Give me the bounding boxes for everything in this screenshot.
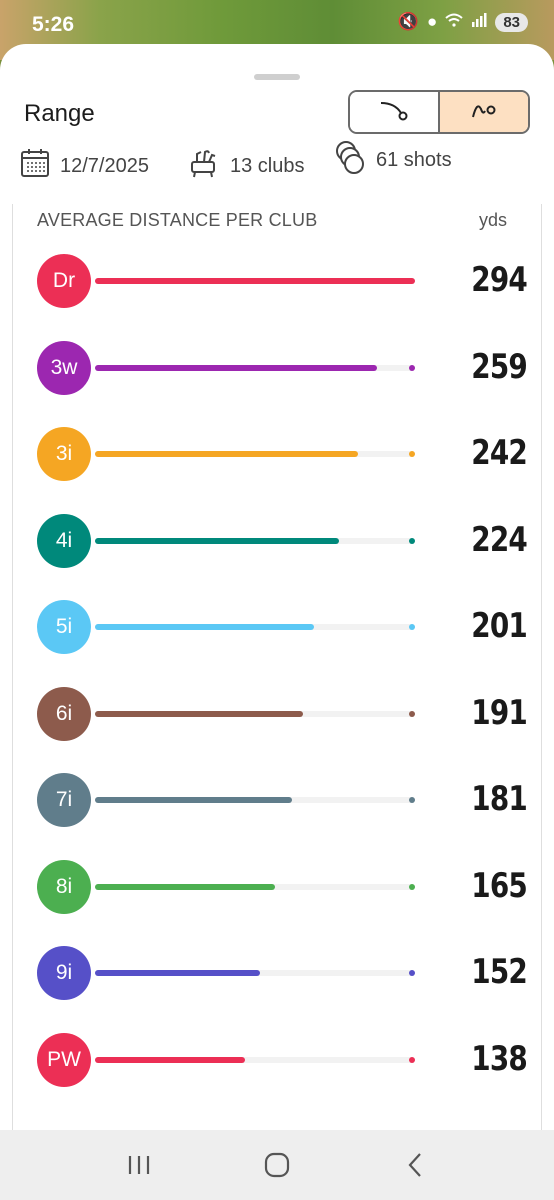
club-row[interactable]: 5i 201 <box>37 600 528 656</box>
page-title: Range <box>24 100 95 127</box>
club-distance: 152 <box>471 952 528 992</box>
max-marker-dot <box>409 970 415 976</box>
signal-icon <box>471 12 487 32</box>
distance-bar-track <box>95 278 415 284</box>
club-avatar: 9i <box>37 946 91 1000</box>
distance-bar-track <box>95 537 415 544</box>
max-marker-dot <box>409 883 415 890</box>
club-row[interactable]: 7i 181 <box>37 773 528 829</box>
distance-bar-track <box>95 797 415 803</box>
club-distance: 191 <box>471 692 528 733</box>
club-avatar: PW <box>37 1032 91 1087</box>
distance-bar <box>95 364 377 371</box>
club-distance: 242 <box>471 433 528 473</box>
max-marker-dot <box>409 1056 415 1063</box>
sheet-drag-handle[interactable] <box>254 74 300 80</box>
club-row[interactable]: PW 138 <box>37 1032 528 1089</box>
trajectory-icon <box>467 97 501 128</box>
distance-bar <box>95 451 358 457</box>
recent-apps-icon <box>128 1156 150 1174</box>
shot-count: 61 shots <box>334 140 452 180</box>
distance-bar-track <box>95 451 415 457</box>
club-distance: 165 <box>471 865 528 906</box>
distance-bar-track <box>95 1056 415 1063</box>
trajectory-toggle-button[interactable] <box>438 92 528 132</box>
session-date-text: 12/7/2025 <box>60 154 149 177</box>
distance-bar <box>95 970 260 976</box>
club-distance: 294 <box>471 260 528 300</box>
home-button[interactable] <box>247 1140 307 1190</box>
club-distance: 201 <box>471 606 528 646</box>
max-marker-dot <box>409 624 415 630</box>
unit-label: yds <box>478 210 507 230</box>
club-row[interactable]: 8i 165 <box>37 859 528 916</box>
club-avatar: 5i <box>37 600 91 654</box>
view-toggle <box>348 90 530 134</box>
club-distance: 259 <box>471 346 528 387</box>
club-avatar: 6i <box>37 686 91 741</box>
status-icons: 🔇 ● 83 <box>398 12 528 32</box>
club-distance: 224 <box>471 519 528 560</box>
club-avatar: 8i <box>37 859 91 914</box>
distance-bar-track <box>95 710 415 717</box>
distance-bar-track <box>95 364 415 371</box>
back-icon <box>408 1153 421 1177</box>
club-avatar: 4i <box>37 513 91 568</box>
club-row[interactable]: 3w 259 <box>37 340 528 397</box>
distance-bar <box>95 624 314 630</box>
distance-bar-track <box>95 970 415 976</box>
club-avatar: 7i <box>37 773 91 827</box>
club-avatar: 3i <box>37 427 91 481</box>
club-row[interactable]: 6i 191 <box>37 686 528 743</box>
club-distance: 181 <box>471 779 528 819</box>
distance-bar <box>95 710 303 717</box>
status-time: 5:26 <box>32 13 75 36</box>
distance-bar <box>95 537 339 544</box>
distance-bar <box>95 797 292 803</box>
back-button[interactable] <box>385 1140 445 1190</box>
club-row[interactable]: Dr 294 <box>37 254 528 310</box>
mute-icon: 🔇 <box>397 12 420 31</box>
calendar-icon <box>20 148 50 184</box>
card-title: AVERAGE DISTANCE PER CLUB <box>37 210 318 230</box>
shot-shape-icon <box>377 97 411 128</box>
shot-count-text: 61 shots <box>376 148 452 171</box>
system-nav-bar <box>0 1130 554 1200</box>
distance-bar <box>95 883 275 890</box>
home-icon <box>264 1152 290 1178</box>
max-marker-dot <box>409 710 415 717</box>
bottom-sheet: Range 12/7/2025 13 clubs 61 shots AVERAG… <box>0 44 554 1134</box>
shot-shape-toggle-button[interactable] <box>350 92 438 132</box>
club-row[interactable]: 4i 224 <box>37 513 528 570</box>
max-marker-dot <box>409 537 415 544</box>
club-avatar: Dr <box>37 254 91 308</box>
distance-bar-track <box>95 883 415 890</box>
club-avatar: 3w <box>37 340 91 395</box>
distance-bar <box>95 278 415 284</box>
max-marker-dot <box>409 451 415 457</box>
distance-bar <box>95 1056 245 1063</box>
max-marker-dot <box>409 364 415 371</box>
battery-indicator: 83 <box>495 12 528 32</box>
balls-icon <box>334 139 366 181</box>
club-count-text: 13 clubs <box>230 154 305 177</box>
club-row[interactable]: 9i 152 <box>37 946 528 1002</box>
club-row[interactable]: 3i 242 <box>37 427 528 483</box>
golf-bag-icon <box>188 148 220 184</box>
location-icon: ● <box>427 12 438 31</box>
recent-apps-button[interactable] <box>109 1140 169 1190</box>
max-marker-dot <box>409 797 415 803</box>
wifi-icon <box>445 12 463 32</box>
club-count: 13 clubs <box>188 146 305 186</box>
distance-card: AVERAGE DISTANCE PER CLUB yds Dr 294 3w 259… <box>12 204 542 1134</box>
distance-bar-track <box>95 624 415 630</box>
session-date: 12/7/2025 <box>20 146 149 186</box>
club-distance: 138 <box>471 1038 528 1079</box>
